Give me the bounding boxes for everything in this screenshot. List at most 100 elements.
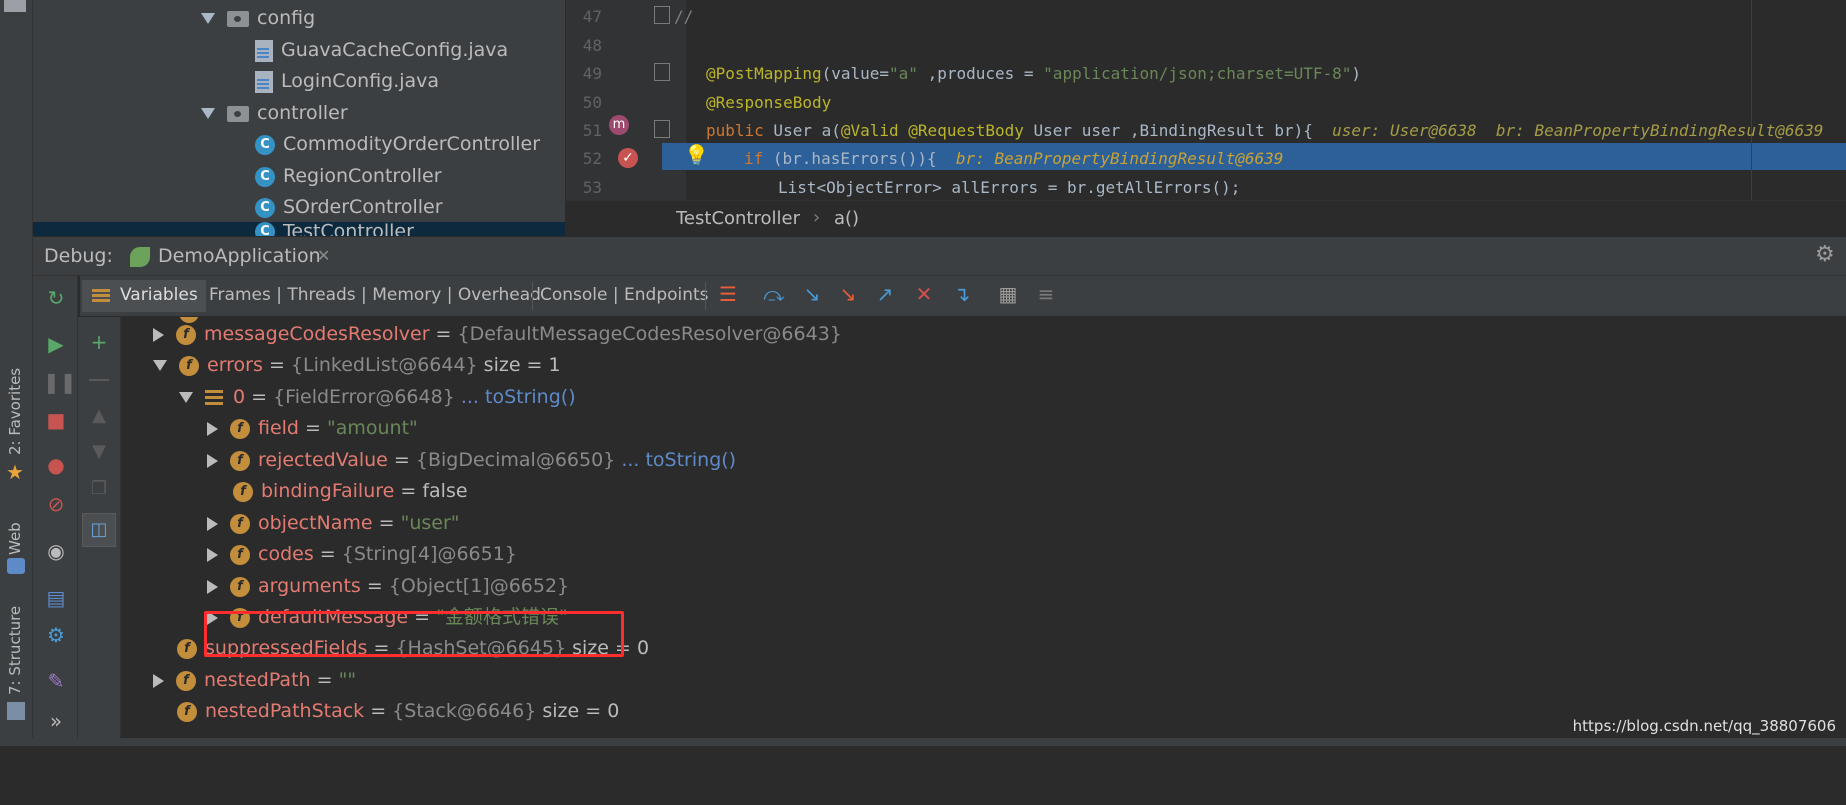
variable-row[interactable]: f nestedPath = "" bbox=[153, 665, 356, 696]
variable-equals: = bbox=[394, 480, 423, 502]
tree-item-controller[interactable]: controller bbox=[201, 98, 348, 128]
variable-row[interactable]: f arguments = {Object[1]@6652} bbox=[207, 571, 569, 602]
new-watch-icon[interactable]: + bbox=[86, 330, 112, 354]
expand-arrow-icon[interactable] bbox=[207, 579, 218, 594]
tree-item-testcontroller[interactable]: C TestController bbox=[255, 222, 414, 236]
java-file-icon bbox=[255, 39, 273, 62]
resume-icon[interactable]: ▶ bbox=[43, 331, 69, 357]
expand-arrow-icon[interactable] bbox=[207, 421, 218, 436]
force-step-into-icon[interactable]: ↘ bbox=[836, 282, 860, 306]
variable-row[interactable]: 0 = {FieldError@6648} ... toString() bbox=[179, 382, 576, 413]
variable-row[interactable]: f codes = {String[4]@6651} bbox=[207, 539, 517, 570]
folder-icon bbox=[227, 105, 249, 122]
move-down-icon[interactable]: ▼ bbox=[88, 441, 110, 465]
mute-breakpoints-icon[interactable]: ⊘ bbox=[43, 491, 69, 517]
variable-row[interactable]: f bindingFailure = false bbox=[233, 476, 468, 507]
project-tool-icon[interactable] bbox=[4, 0, 26, 12]
close-icon[interactable]: ✕ bbox=[317, 246, 330, 265]
code-text: User user ,BindingResult br){ bbox=[1023, 121, 1313, 140]
show-watches-toggle-icon[interactable]: ◫ bbox=[82, 513, 116, 547]
variable-row[interactable]: f rejectedValue = {BigDecimal@6650} ... t… bbox=[207, 445, 736, 476]
expand-arrow-icon[interactable] bbox=[153, 327, 164, 342]
web-icon bbox=[7, 558, 25, 574]
variable-row[interactable]: f nestedPathStack = {Stack@6646} size = 0 bbox=[177, 696, 619, 727]
breakpoint-icon[interactable]: ✓ bbox=[618, 148, 638, 168]
step-into-icon[interactable]: ↘ bbox=[800, 282, 824, 306]
breadcrumb-class[interactable]: TestController bbox=[676, 208, 800, 229]
breadcrumb-separator-icon: › bbox=[813, 207, 821, 228]
tree-item-label: TestController bbox=[283, 222, 414, 236]
collapse-arrow-icon[interactable] bbox=[179, 392, 193, 403]
variable-name: errors bbox=[207, 354, 263, 376]
more-icon[interactable]: » bbox=[43, 708, 69, 734]
expand-arrow-icon[interactable] bbox=[153, 673, 164, 688]
field-icon: f bbox=[177, 638, 197, 659]
layout-icon[interactable]: ▤ bbox=[43, 585, 69, 611]
code-editor[interactable]: 47 48 49 50 51 52 53 m ✓ 💡 // @PostMappi… bbox=[566, 0, 1846, 236]
variables-icon bbox=[92, 289, 110, 303]
line-number: 49 bbox=[582, 64, 602, 83]
expand-arrow-icon[interactable] bbox=[207, 547, 218, 562]
step-out-icon[interactable]: ↗ bbox=[873, 282, 897, 306]
expand-arrow-icon[interactable] bbox=[201, 13, 215, 24]
show-execution-point-icon[interactable]: ☰ bbox=[716, 282, 740, 306]
tree-item-loginconfig[interactable]: LoginConfig.java bbox=[255, 66, 439, 96]
tree-item-sordercontroller[interactable]: C SOrderController bbox=[255, 192, 443, 222]
pause-icon[interactable]: ❚❚ bbox=[43, 369, 77, 395]
expand-arrow-icon[interactable] bbox=[207, 516, 218, 531]
tab-frames-threads-memory[interactable]: Frames | Threads | Memory | Overhead bbox=[209, 285, 541, 305]
collapse-arrow-icon[interactable] bbox=[153, 360, 167, 371]
variable-row[interactable]: f errors = {LinkedList@6644} size = 1 bbox=[153, 350, 561, 381]
run-to-cursor-icon[interactable]: ↴ bbox=[950, 282, 974, 306]
field-icon: f bbox=[233, 481, 253, 502]
variable-row[interactable]: f field = "amount" bbox=[207, 413, 418, 444]
tab-variables[interactable]: Variables bbox=[82, 280, 206, 312]
step-over-icon[interactable]: ⤼ bbox=[762, 282, 786, 306]
tab-console-endpoints[interactable]: Console | Endpoints bbox=[540, 285, 709, 305]
camera-icon[interactable]: ◉ bbox=[43, 538, 69, 564]
fold-marker-icon[interactable] bbox=[654, 63, 670, 81]
variables-tree[interactable]: f fmessageCodesResolver = {DefaultMessag… bbox=[121, 317, 1846, 738]
breadcrumb-method[interactable]: a() bbox=[834, 208, 859, 229]
rerun-icon[interactable]: ↻ bbox=[43, 285, 69, 311]
tostring-link[interactable]: ... toString() bbox=[621, 449, 736, 471]
field-icon: f bbox=[230, 450, 250, 471]
tostring-link[interactable]: ... toString() bbox=[461, 386, 576, 408]
evaluate-expression-icon[interactable]: ▦ bbox=[996, 282, 1020, 306]
variable-equals: = bbox=[387, 449, 416, 471]
variable-name: rejectedValue bbox=[258, 449, 388, 471]
view-breakpoints-icon[interactable]: ● bbox=[43, 452, 69, 478]
inline-debug-hint: user: User@6638 bbox=[1332, 121, 1477, 140]
tab-variables-label: Variables bbox=[120, 285, 198, 305]
move-up-icon[interactable]: ▲ bbox=[88, 405, 110, 429]
variable-value: {Stack@6646} bbox=[392, 700, 537, 722]
fold-marker-icon[interactable] bbox=[654, 6, 670, 24]
tree-item-guavacacheconfig[interactable]: GuavaCacheConfig.java bbox=[255, 35, 508, 65]
gear-icon[interactable]: ⚙ bbox=[1815, 242, 1835, 267]
expand-arrow-icon[interactable] bbox=[201, 108, 215, 119]
tree-item-commodityordercontroller[interactable]: C CommodityOrderController bbox=[255, 129, 540, 159]
pin-icon[interactable]: ✎ bbox=[43, 668, 69, 694]
expand-arrow-icon[interactable] bbox=[207, 453, 218, 468]
settings-icon[interactable]: ⚙ bbox=[43, 622, 69, 648]
code-line-47: // bbox=[674, 7, 693, 26]
stop-icon[interactable]: ■ bbox=[43, 407, 69, 433]
variable-row[interactable]: f messageCodesResolver = {DefaultMessageC… bbox=[153, 319, 842, 350]
trace-icon[interactable]: ≡ bbox=[1034, 282, 1058, 306]
remove-watch-icon[interactable] bbox=[89, 379, 109, 381]
tree-item-regioncontroller[interactable]: C RegionController bbox=[255, 161, 442, 191]
line-number: 53 bbox=[582, 178, 602, 197]
variable-value: "" bbox=[338, 669, 357, 691]
variable-equals: = bbox=[245, 386, 274, 408]
code-line-49: @PostMapping(value="a" ,produces = "appl… bbox=[706, 64, 1361, 83]
line-number: 48 bbox=[582, 36, 602, 55]
fold-marker-icon[interactable] bbox=[654, 120, 670, 138]
class-icon: C bbox=[255, 222, 275, 236]
variable-row[interactable]: f objectName = "user" bbox=[207, 508, 460, 539]
lightbulb-icon[interactable]: 💡 bbox=[684, 143, 709, 167]
tree-item-label: controller bbox=[257, 102, 348, 124]
copy-icon[interactable]: ❐ bbox=[88, 478, 110, 502]
drop-frame-icon[interactable]: ✕ bbox=[912, 282, 936, 306]
method-breakpoint-icon[interactable]: m bbox=[609, 115, 629, 135]
tree-item-config[interactable]: config bbox=[201, 3, 315, 33]
